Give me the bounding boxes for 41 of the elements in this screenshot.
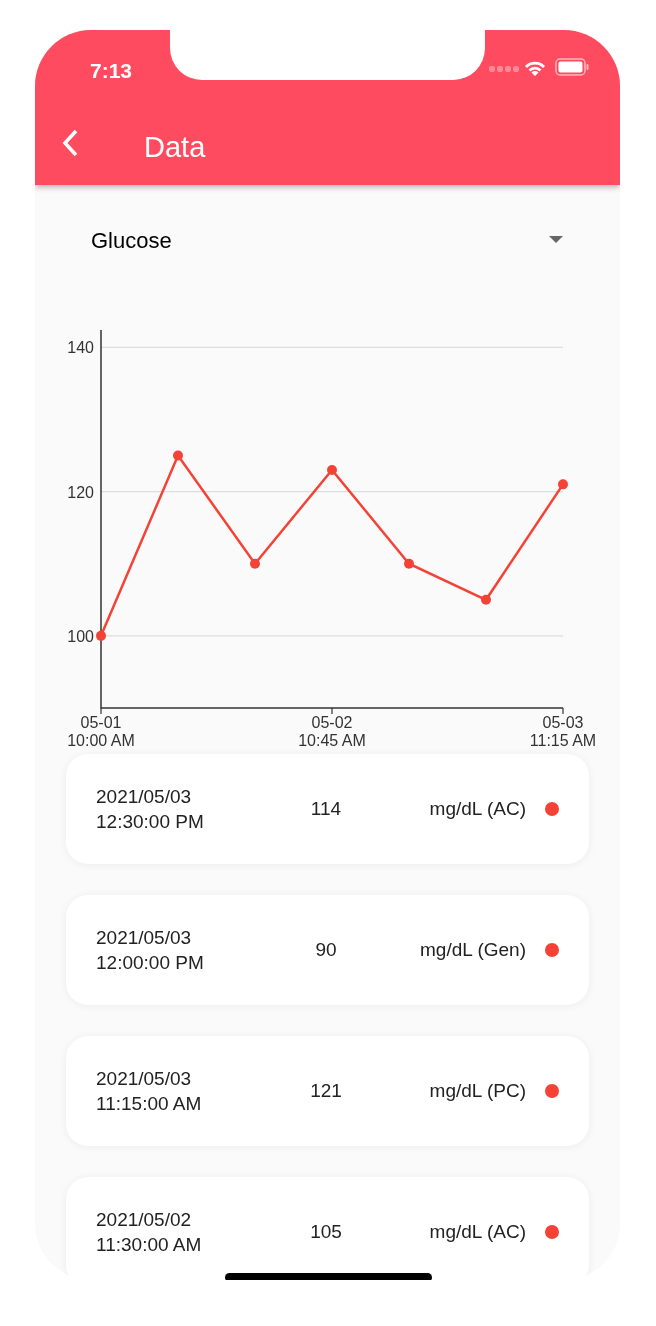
data-point xyxy=(250,558,260,569)
record-time: 11:15:00 AM xyxy=(96,1092,202,1116)
data-point xyxy=(558,479,568,490)
data-point xyxy=(327,464,337,475)
data-point xyxy=(481,594,491,605)
record-value: 114 xyxy=(310,796,342,821)
record-value: 105 xyxy=(310,1219,342,1244)
record-card[interactable]: 2021/05/03 11:15:00 AM 121 mg/dL (PC) xyxy=(66,1036,589,1146)
record-date: 2021/05/03 xyxy=(96,926,192,950)
signal-icon xyxy=(489,66,519,72)
x-tick-label: 05-02 10:45 AM xyxy=(297,714,367,750)
record-unit: mg/dL (PC) xyxy=(429,1078,526,1103)
screen-title: Data xyxy=(144,130,206,165)
x-tick-label: 05-03 11:15 AM xyxy=(528,714,598,750)
type-dropdown[interactable]: Glucose xyxy=(91,218,564,262)
record-value: 90 xyxy=(315,937,337,962)
dropdown-value: Glucose xyxy=(91,226,172,255)
status-time: 7:13 xyxy=(90,58,133,84)
y-tick-label: 120 xyxy=(67,483,94,501)
data-point xyxy=(96,630,106,641)
data-point xyxy=(404,558,414,569)
battery-icon xyxy=(555,58,589,76)
record-date: 2021/05/02 xyxy=(96,1208,192,1232)
record-date: 2021/05/03 xyxy=(96,785,192,809)
back-icon xyxy=(62,129,78,157)
y-tick-label: 140 xyxy=(67,339,94,357)
record-card[interactable]: 2021/05/03 12:00:00 PM 90 mg/dL (Gen) xyxy=(66,895,589,1005)
record-unit: mg/dL (AC) xyxy=(429,796,526,821)
record-unit: mg/dL (Gen) xyxy=(420,937,526,962)
dropdown-arrow-icon xyxy=(548,236,564,244)
x-tick-label: 05-01 10:00 AM xyxy=(66,714,136,750)
record-date: 2021/05/03 xyxy=(96,1067,192,1091)
record-card[interactable]: 2021/05/02 11:30:00 AM 105 mg/dL (AC) xyxy=(66,1177,589,1280)
record-value: 121 xyxy=(310,1078,342,1103)
y-tick-label: 100 xyxy=(67,627,94,645)
record-unit: mg/dL (AC) xyxy=(429,1219,526,1244)
record-card[interactable]: 2021/05/03 12:30:00 PM 114 mg/dL (AC) xyxy=(66,754,589,864)
record-time: 12:00:00 PM xyxy=(96,951,204,975)
data-point xyxy=(173,450,183,461)
record-time: 11:30:00 AM xyxy=(96,1233,202,1257)
record-time: 12:30:00 PM xyxy=(96,810,204,834)
